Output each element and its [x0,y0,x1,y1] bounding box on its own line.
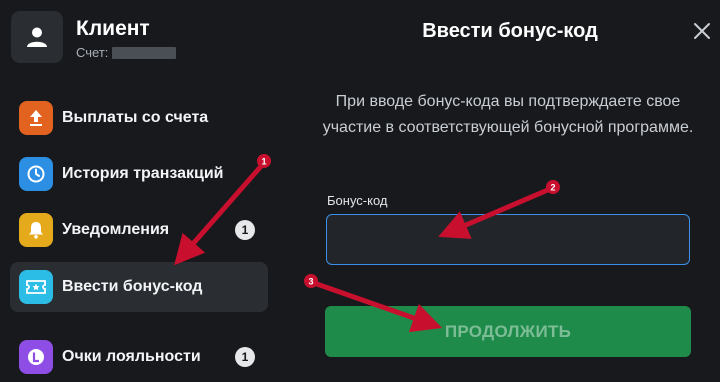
annotation-marker-1: 1 [261,157,266,167]
annotation-arrow-1: 1 [174,154,271,266]
annotation-arrow-2: 2 [438,180,560,239]
annotation-overlay: 1 2 3 [174,154,560,333]
annotation-marker-2: 2 [550,183,555,193]
annotation-arrow-3: 3 [304,274,443,333]
annotation-marker-3: 3 [308,277,313,287]
